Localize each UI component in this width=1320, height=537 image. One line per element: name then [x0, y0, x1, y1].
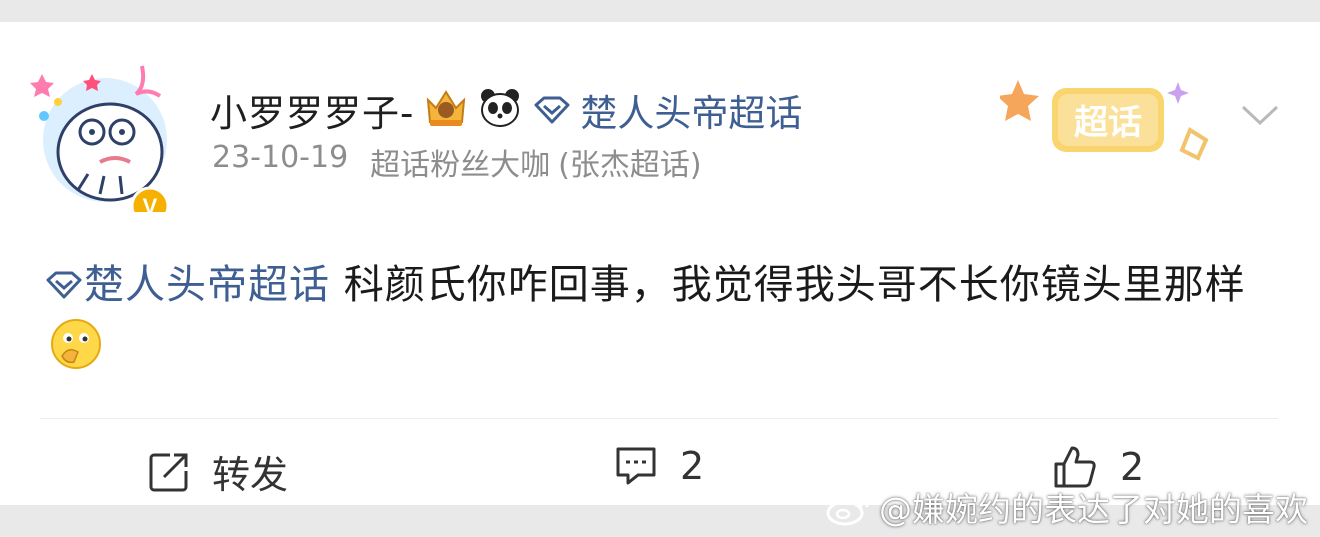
thinking-emoji-icon: [50, 318, 102, 388]
svg-text:V: V: [143, 194, 158, 212]
avatar[interactable]: V: [30, 62, 180, 226]
comment-icon: [616, 447, 656, 485]
crown-badge-icon[interactable]: [422, 86, 470, 134]
repost-button[interactable]: 转发: [148, 444, 288, 499]
repost-label: 转发: [212, 453, 289, 497]
author-row: 小罗罗罗子- 楚人头帝超话: [210, 80, 802, 140]
post-source[interactable]: (张杰超话): [558, 140, 701, 184]
repost-icon: [149, 453, 188, 491]
watermark: @嫌婉约的表达了对她的喜欢: [825, 483, 1308, 531]
content-topic-link[interactable]: 楚人头帝超话: [44, 262, 330, 308]
post-date: 23-10-19: [212, 140, 349, 175]
panda-icon[interactable]: [478, 86, 522, 134]
username[interactable]: 小罗罗罗子-: [210, 83, 414, 137]
diamond-icon: [46, 271, 82, 299]
comment-button[interactable]: 2: [614, 444, 704, 488]
diamond-icon: [534, 96, 570, 124]
chevron-down-icon: [1241, 105, 1279, 126]
chaohua-label: 超话: [1074, 103, 1142, 143]
topic-link-label: 楚人头帝超话: [580, 92, 803, 135]
post-content: 楚人头帝超话 科颜氏你咋回事，我觉得我头哥不长你镜头里那样: [44, 254, 1274, 388]
avatar-image: V: [30, 65, 170, 226]
weibo-logo-icon: [826, 491, 869, 526]
watermark-text: @嫌婉约的表达了对她的喜欢: [879, 490, 1308, 529]
post-meta: 23-10-19 超话粉丝大咖 (张杰超话): [212, 140, 702, 184]
divider: [40, 418, 1278, 419]
content-topic-label: 楚人头帝超话: [84, 262, 330, 308]
chaohua-badge: 超话: [997, 70, 1210, 174]
post-card: V 小罗罗罗子- 楚人头帝超话 23-10-19 超话粉丝大咖 (张杰超话) 超…: [0, 22, 1320, 505]
topic-link[interactable]: 楚人头帝超话: [532, 83, 802, 137]
content-text: 科颜氏你咋回事，我觉得我头哥不长你镜头里那样: [330, 262, 1246, 308]
fan-level: 超话粉丝大咖: [370, 148, 551, 183]
comment-count: 2: [680, 444, 705, 488]
more-menu-button[interactable]: [1240, 104, 1280, 132]
